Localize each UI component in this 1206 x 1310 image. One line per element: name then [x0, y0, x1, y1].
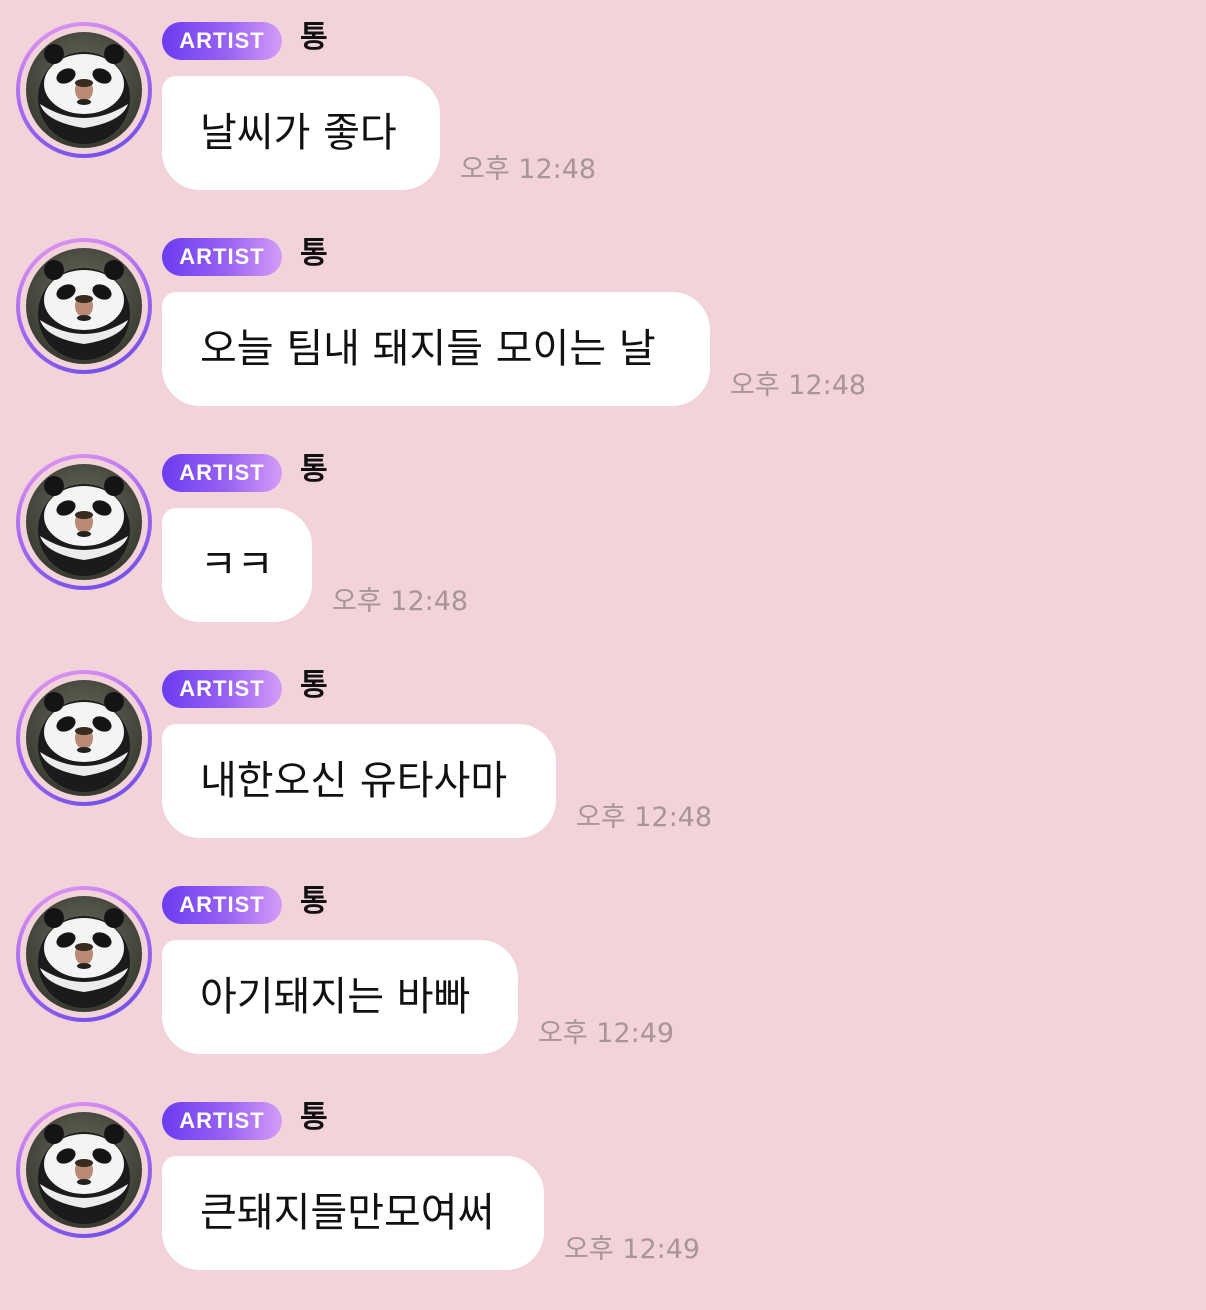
avatar	[26, 32, 142, 148]
avatar-ring[interactable]	[16, 886, 152, 1022]
sender-name[interactable]: 통	[300, 1098, 328, 1138]
chat-message-row: ARTIST 통 오늘 팀내 돼지들 모이는 날 오후 12:48	[0, 216, 1206, 406]
avatar	[26, 896, 142, 1012]
avatar-ring[interactable]	[16, 454, 152, 590]
sender-name[interactable]: 통	[300, 18, 328, 58]
sender-name[interactable]: 통	[300, 450, 328, 490]
message-bubble[interactable]: 날씨가 좋다	[162, 76, 440, 190]
message-timestamp: 오후 12:49	[564, 1234, 701, 1265]
artist-badge: ARTIST	[162, 454, 282, 492]
message-bubble[interactable]: ㅋㅋ	[162, 508, 312, 622]
message-bubble[interactable]: 내한오신 유타사마	[162, 724, 556, 838]
avatar	[26, 1112, 142, 1228]
avatar-ring[interactable]	[16, 1102, 152, 1238]
avatar-ring[interactable]	[16, 22, 152, 158]
artist-badge: ARTIST	[162, 886, 282, 924]
message-timestamp: 오후 12:48	[332, 586, 469, 617]
avatar-ring[interactable]	[16, 670, 152, 806]
sender-name[interactable]: 통	[300, 882, 328, 922]
message-timestamp: 오후 12:48	[730, 370, 867, 401]
avatar-ring[interactable]	[16, 238, 152, 374]
message-bubble[interactable]: 아기돼지는 바빠	[162, 940, 518, 1054]
message-timestamp: 오후 12:48	[460, 154, 597, 185]
chat-message-row: ARTIST 통 아기돼지는 바빠 오후 12:49	[0, 864, 1206, 1054]
message-timestamp: 오후 12:48	[576, 802, 713, 833]
message-bubble[interactable]: 오늘 팀내 돼지들 모이는 날	[162, 292, 710, 406]
chat-message-row: ARTIST 통 ㅋㅋ 오후 12:48	[0, 432, 1206, 622]
message-timestamp: 오후 12:49	[538, 1018, 675, 1049]
avatar	[26, 248, 142, 364]
avatar	[26, 464, 142, 580]
sender-name[interactable]: 통	[300, 666, 328, 706]
sender-name[interactable]: 통	[300, 234, 328, 274]
artist-badge: ARTIST	[162, 670, 282, 708]
chat-message-row: ARTIST 통 큰돼지들만모여써 오후 12:49	[0, 1080, 1206, 1270]
chat-message-row: ARTIST 통 날씨가 좋다 오후 12:48	[0, 0, 1206, 190]
artist-badge: ARTIST	[162, 1102, 282, 1140]
artist-badge: ARTIST	[162, 22, 282, 60]
chat-message-list: ARTIST 통 날씨가 좋다 오후 12:48 ARTIST 통 오늘 팀내 …	[0, 0, 1206, 1310]
artist-badge: ARTIST	[162, 238, 282, 276]
chat-message-row: ARTIST 통 내한오신 유타사마 오후 12:48	[0, 648, 1206, 838]
message-bubble[interactable]: 큰돼지들만모여써	[162, 1156, 544, 1270]
avatar	[26, 680, 142, 796]
